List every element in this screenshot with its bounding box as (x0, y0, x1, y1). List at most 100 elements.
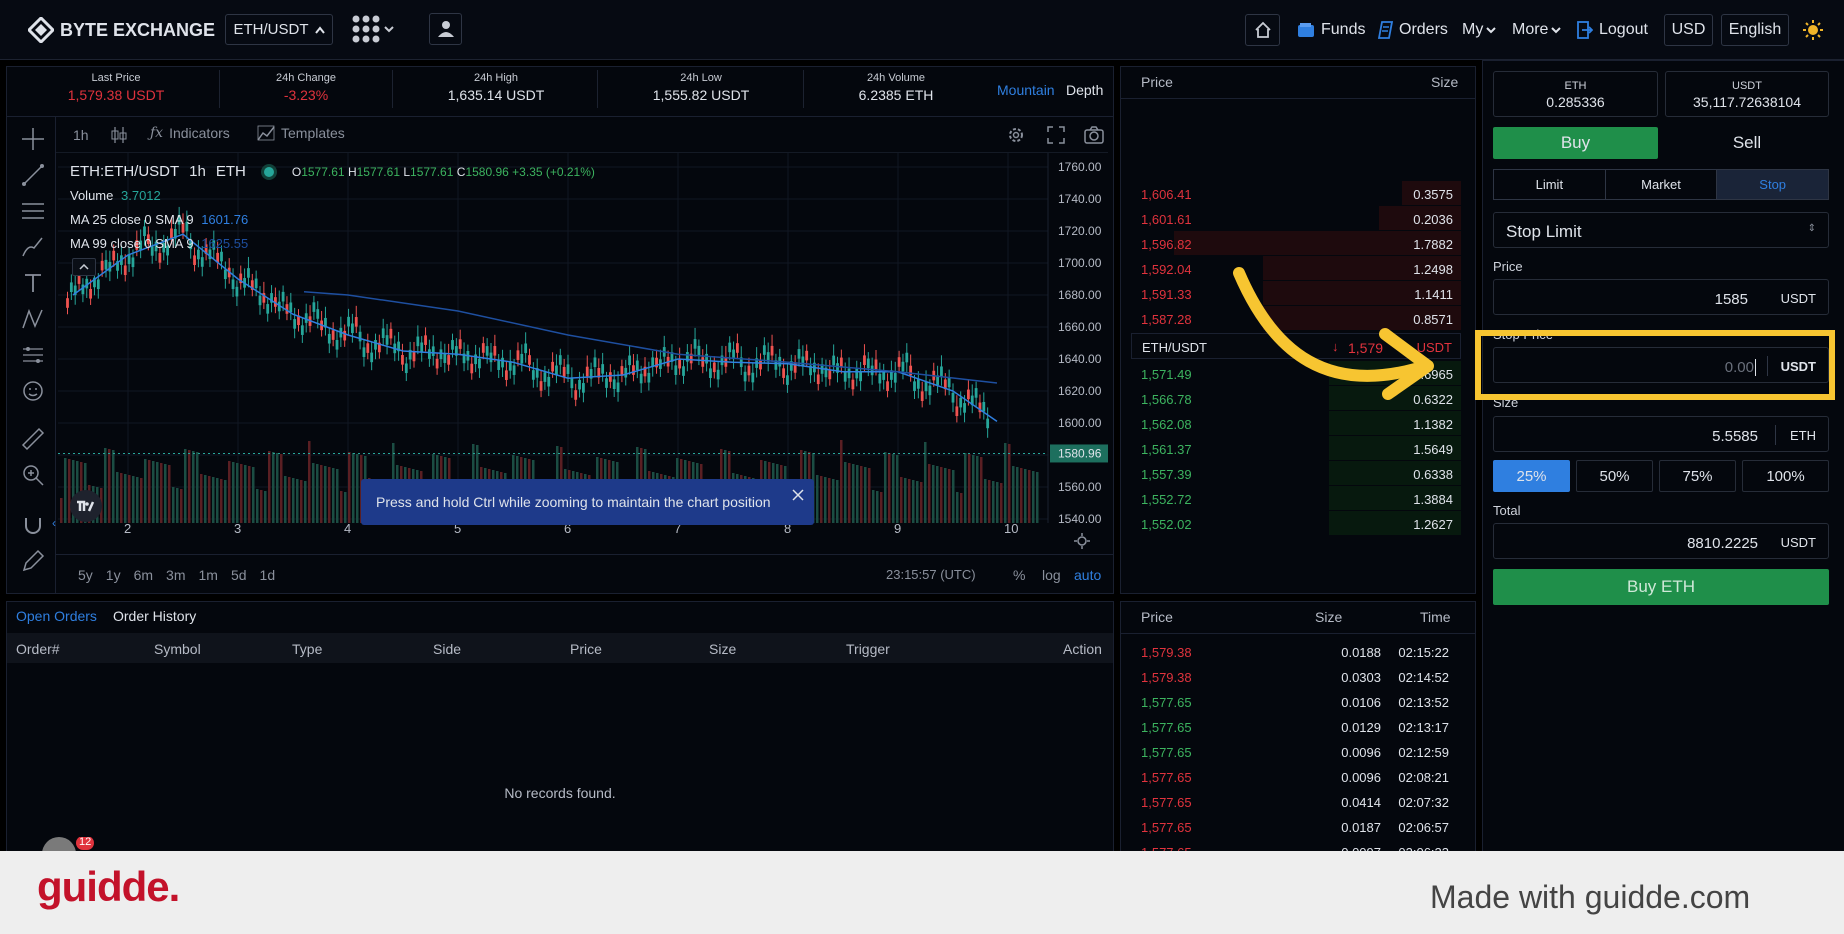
interval-button[interactable]: 1h (73, 127, 89, 143)
close-icon[interactable] (792, 489, 804, 501)
scroll-left-icon[interactable]: ‹ (52, 516, 56, 530)
range-6m[interactable]: 6m (134, 567, 153, 583)
y-tick-label: 1600.00 (1058, 416, 1102, 430)
volume-bar (260, 490, 263, 523)
crosshair-icon[interactable] (20, 126, 46, 152)
price-chart[interactable]: 1760.00 1740.00 1720.00 1700.00 1680.00 1660.… (58, 153, 1110, 535)
volume-bar (140, 478, 143, 523)
volume-bar (320, 465, 323, 523)
zoom-in-icon[interactable] (20, 462, 46, 488)
volume-bar (896, 455, 899, 523)
candle-body (451, 340, 454, 350)
bid-row[interactable]: 1,552.72 1.3884 (1131, 486, 1461, 511)
language-selector[interactable]: English (1721, 14, 1789, 46)
guidde-logo[interactable]: guidde. (37, 863, 180, 911)
range-1y[interactable]: 1y (106, 567, 121, 583)
ask-row[interactable]: 1,606.41 0.3575 (1131, 181, 1461, 206)
volume-bar (936, 466, 939, 523)
apps-menu-button[interactable] (352, 15, 394, 43)
stat-24h-high: 24h High 1,635.14 USDT (406, 72, 586, 103)
magnet-icon[interactable] (20, 512, 46, 538)
nav-more-menu[interactable]: More (1512, 13, 1562, 46)
text-tool-icon[interactable] (20, 270, 46, 296)
price-input[interactable]: 1585 USDT (1493, 279, 1829, 315)
ruler-icon[interactable] (20, 426, 46, 452)
buy-eth-button[interactable]: Buy ETH (1493, 569, 1829, 605)
bid-row[interactable]: 1,562.08 1.1382 (1131, 411, 1461, 436)
candle-body (901, 361, 905, 372)
nav-orders[interactable]: Orders (1378, 13, 1448, 46)
buy-tab[interactable]: Buy (1493, 127, 1658, 159)
lock-pencil-icon[interactable] (20, 548, 46, 574)
percent-75-button[interactable]: 75% (1659, 460, 1736, 492)
trades-time-header: Time (1420, 609, 1451, 625)
col-type: Type (292, 641, 323, 657)
volume-bar (904, 478, 907, 523)
ask-row[interactable]: 1,596.82 1.7882 (1131, 231, 1461, 256)
measure-lines-icon[interactable] (20, 342, 46, 368)
col-side: Side (433, 641, 462, 657)
gear-icon[interactable] (1006, 125, 1026, 145)
account-button[interactable] (429, 13, 462, 45)
trade-row: 1,577.65 0.0414 02:07:32 (1131, 789, 1461, 814)
legend-collapse-button[interactable] (72, 258, 96, 276)
help-widget[interactable]: 12 (40, 837, 96, 851)
currency-selector[interactable]: USD (1664, 14, 1713, 46)
nav-logout[interactable]: Logout (1577, 13, 1648, 46)
log-scale-button[interactable]: log (1042, 567, 1061, 583)
range-5d[interactable]: 5d (231, 567, 247, 583)
volume-bar (160, 463, 163, 523)
view-depth-tab[interactable]: Depth (1066, 82, 1103, 98)
percent-100-button[interactable]: 100% (1742, 460, 1829, 492)
templates-button[interactable]: Templates (257, 125, 345, 141)
tradingview-logo-icon[interactable] (70, 490, 102, 522)
candle-body (832, 355, 836, 366)
bid-row[interactable]: 1,557.39 0.6338 (1131, 461, 1461, 486)
order-type-market[interactable]: Market (1606, 170, 1718, 199)
col-price: Price (570, 641, 602, 657)
candle-body (420, 342, 424, 353)
theme-toggle[interactable] (1803, 20, 1823, 45)
range-5y[interactable]: 5y (78, 567, 93, 583)
total-input[interactable]: 8810.2225 USDT (1493, 523, 1829, 559)
nav-my-menu[interactable]: My (1462, 13, 1497, 46)
brush-icon[interactable] (20, 234, 46, 260)
indicators-button[interactable]: ƒx Indicators (150, 125, 230, 141)
candle-body (158, 253, 162, 263)
emoji-icon[interactable] (20, 378, 46, 404)
size-input[interactable]: 5.5585 ETH (1493, 416, 1829, 452)
range-1m[interactable]: 1m (199, 567, 218, 583)
range-3m[interactable]: 3m (166, 567, 185, 583)
guidde-tagline[interactable]: Made with guidde.com (1430, 879, 1750, 916)
brand-logo[interactable]: BYTE EXCHANGE (28, 17, 215, 43)
bid-row[interactable]: 1,561.37 1.5649 (1131, 436, 1461, 461)
tab-open-orders[interactable]: Open Orders (16, 608, 97, 624)
order-type-stop[interactable]: Stop (1717, 170, 1829, 199)
percent-25-button[interactable]: 25% (1493, 460, 1570, 492)
view-mountain-tab[interactable]: Mountain (997, 82, 1055, 98)
pair-selector[interactable]: ETH/USDT (225, 14, 333, 45)
order-type-limit[interactable]: Limit (1494, 170, 1606, 199)
auto-scale-button[interactable]: auto (1074, 567, 1101, 583)
pattern-icon[interactable] (20, 306, 46, 332)
sell-tab[interactable]: Sell (1665, 127, 1829, 159)
candle-body (501, 357, 504, 368)
stop-type-select[interactable]: Stop Limit ⇕ (1493, 212, 1829, 248)
tab-order-history[interactable]: Order History (113, 608, 196, 624)
camera-icon[interactable] (1083, 125, 1105, 145)
percent-50-button[interactable]: 50% (1576, 460, 1653, 492)
horizontal-lines-icon[interactable] (20, 198, 46, 224)
fullscreen-icon[interactable] (1046, 125, 1066, 145)
candle-body (223, 269, 227, 280)
volume-bar (332, 468, 335, 523)
axis-settings-icon[interactable] (1074, 533, 1090, 549)
bid-row[interactable]: 1,552.02 1.2627 (1131, 511, 1461, 536)
home-button[interactable] (1245, 14, 1280, 46)
nav-funds[interactable]: Funds (1297, 13, 1365, 46)
percent-scale-button[interactable]: % (1013, 567, 1025, 583)
ask-row[interactable]: 1,601.61 0.2036 (1131, 206, 1461, 231)
trade-size: 0.0106 (1341, 695, 1381, 710)
candles-icon[interactable] (110, 125, 128, 145)
range-1d[interactable]: 1d (260, 567, 276, 583)
trendline-icon[interactable] (20, 162, 46, 188)
